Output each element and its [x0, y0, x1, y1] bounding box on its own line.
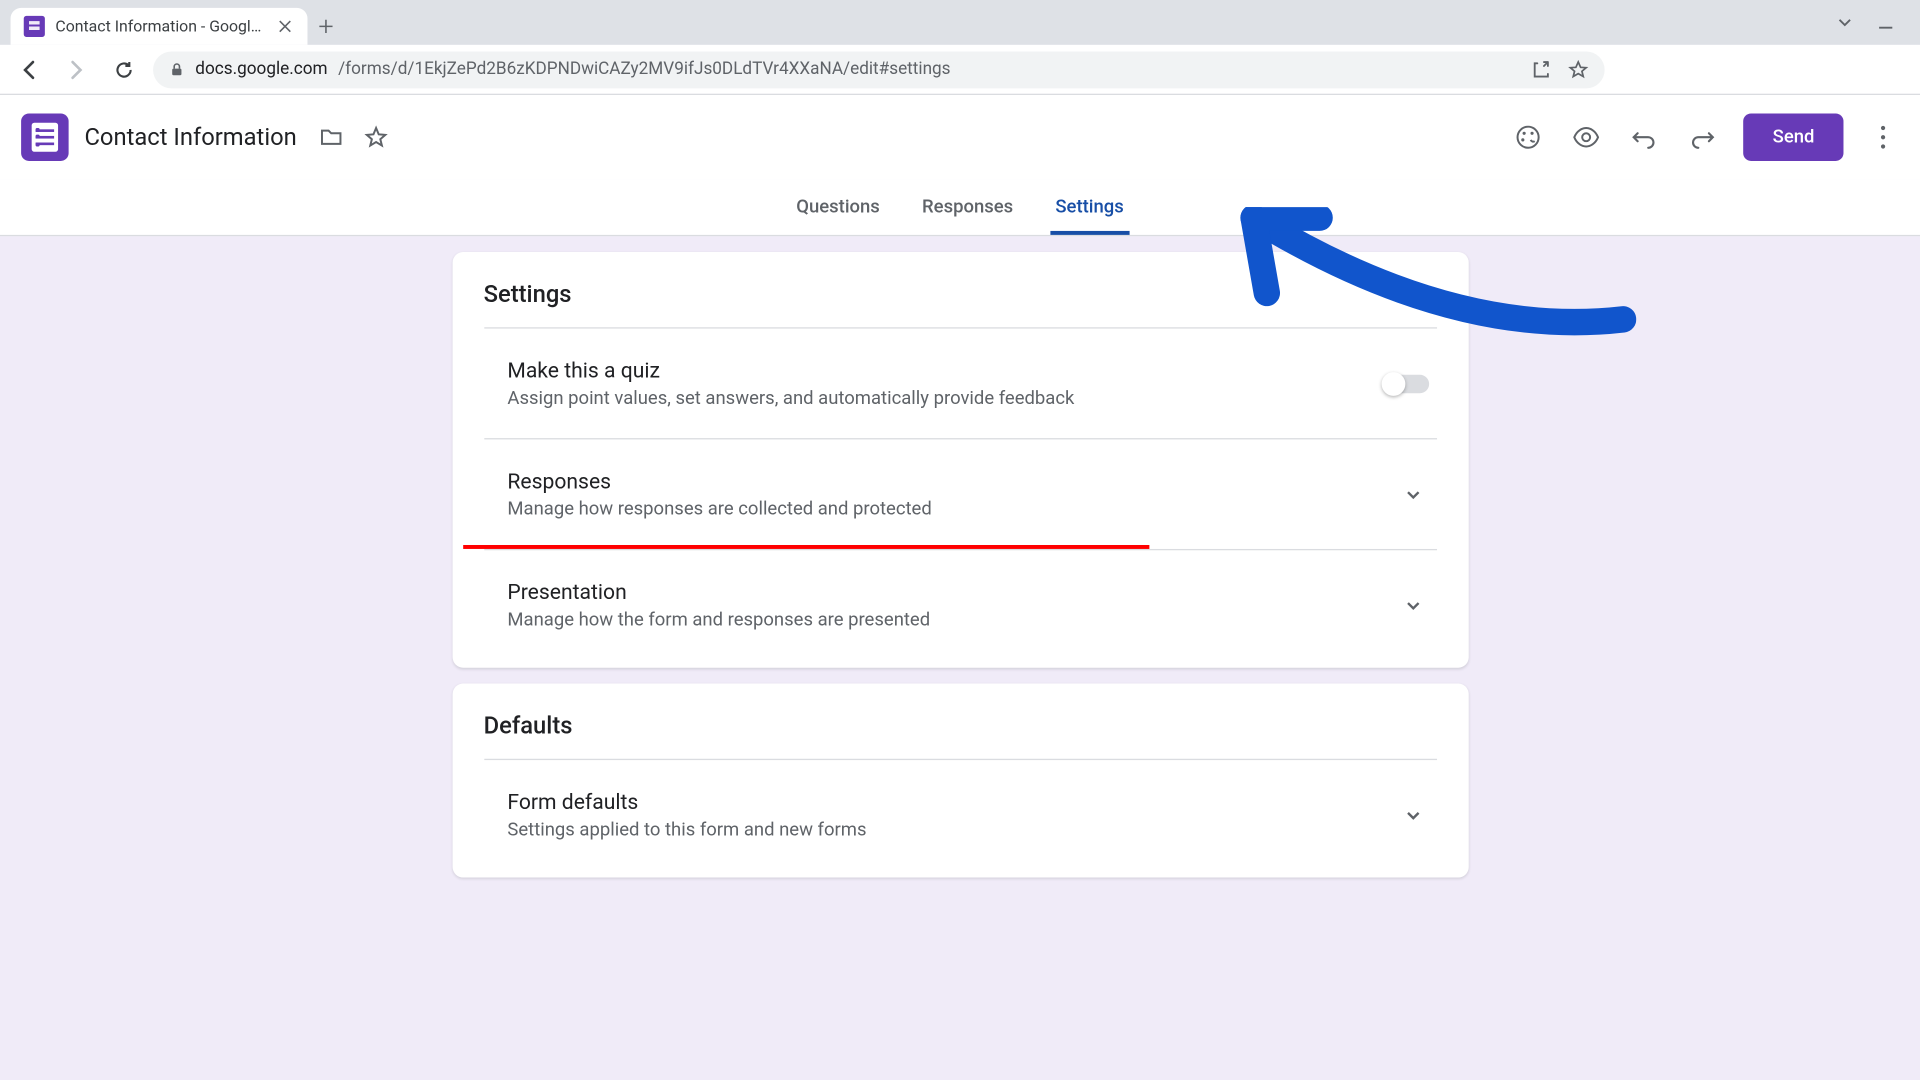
chevron-down-icon[interactable] — [1397, 478, 1429, 510]
url-host: docs.google.com — [195, 59, 327, 79]
chevron-down-icon[interactable] — [1397, 799, 1429, 831]
forward-button[interactable] — [58, 51, 95, 88]
page-tabs: Questions Responses Settings — [0, 179, 1920, 236]
palette-icon[interactable] — [1511, 120, 1545, 154]
star-icon[interactable] — [1568, 59, 1589, 80]
defaults-card: Defaults Form defaults Settings applied … — [452, 684, 1468, 878]
back-button[interactable] — [11, 51, 48, 88]
close-tab-icon[interactable] — [276, 17, 294, 35]
forms-logo-icon[interactable] — [21, 113, 69, 161]
setting-responses-sub: Manage how responses are collected and p… — [507, 499, 1396, 520]
settings-card: Settings Make this a quiz Assign point v… — [452, 252, 1468, 668]
card-title-settings: Settings — [484, 281, 1437, 329]
undo-icon[interactable] — [1627, 120, 1661, 154]
url-input[interactable]: docs.google.com/forms/d/1EkjZePd2B6zKDPN… — [153, 51, 1605, 88]
tab-settings[interactable]: Settings — [1050, 197, 1129, 235]
folder-icon[interactable] — [315, 121, 347, 153]
minimize-icon[interactable] — [1878, 15, 1894, 31]
forms-favicon — [24, 16, 45, 37]
new-tab-button[interactable] — [307, 8, 344, 45]
send-button[interactable]: Send — [1744, 113, 1844, 161]
tab-title: Contact Information - Google Fo — [55, 17, 265, 35]
setting-presentation-title: Presentation — [507, 579, 1396, 604]
share-icon[interactable] — [1531, 59, 1552, 80]
address-bar: docs.google.com/forms/d/1EkjZePd2B6zKDPN… — [0, 45, 1920, 95]
card-title-defaults: Defaults — [484, 713, 1437, 761]
setting-form-defaults[interactable]: Form defaults Settings applied to this f… — [484, 760, 1437, 870]
document-title[interactable]: Contact Information — [84, 123, 296, 151]
browser-tab-strip: Contact Information - Google Fo — [0, 0, 1920, 45]
form-defaults-title: Form defaults — [507, 789, 1396, 814]
settings-content: Settings Make this a quiz Assign point v… — [0, 236, 1920, 930]
setting-quiz: Make this a quiz Assign point values, se… — [484, 329, 1437, 440]
setting-presentation-sub: Manage how the form and responses are pr… — [507, 610, 1396, 631]
setting-quiz-title: Make this a quiz — [507, 358, 1383, 383]
quiz-toggle[interactable] — [1384, 374, 1429, 392]
more-menu-icon[interactable] — [1867, 125, 1899, 149]
setting-quiz-sub: Assign point values, set answers, and au… — [507, 388, 1383, 409]
url-path: /forms/d/1EkjZePd2B6zKDPNDwiCAZy2MV9ifJs… — [338, 59, 950, 79]
browser-tab[interactable]: Contact Information - Google Fo — [11, 8, 308, 45]
redo-icon[interactable] — [1686, 120, 1720, 154]
lock-icon — [169, 61, 185, 77]
preview-icon[interactable] — [1569, 120, 1603, 154]
tab-questions[interactable]: Questions — [791, 197, 885, 235]
tab-responses[interactable]: Responses — [917, 197, 1019, 235]
annotation-underline — [463, 545, 1149, 549]
reload-button[interactable] — [106, 51, 143, 88]
setting-responses[interactable]: Responses Manage how responses are colle… — [484, 439, 1437, 550]
star-outline-icon[interactable] — [360, 121, 392, 153]
form-defaults-sub: Settings applied to this form and new fo… — [507, 819, 1396, 840]
chevron-down-icon[interactable] — [1397, 589, 1429, 621]
app-header: Contact Information Send — [0, 95, 1920, 179]
setting-responses-title: Responses — [507, 468, 1396, 493]
chevron-down-icon[interactable] — [1836, 13, 1854, 31]
setting-presentation[interactable]: Presentation Manage how the form and res… — [484, 550, 1437, 660]
